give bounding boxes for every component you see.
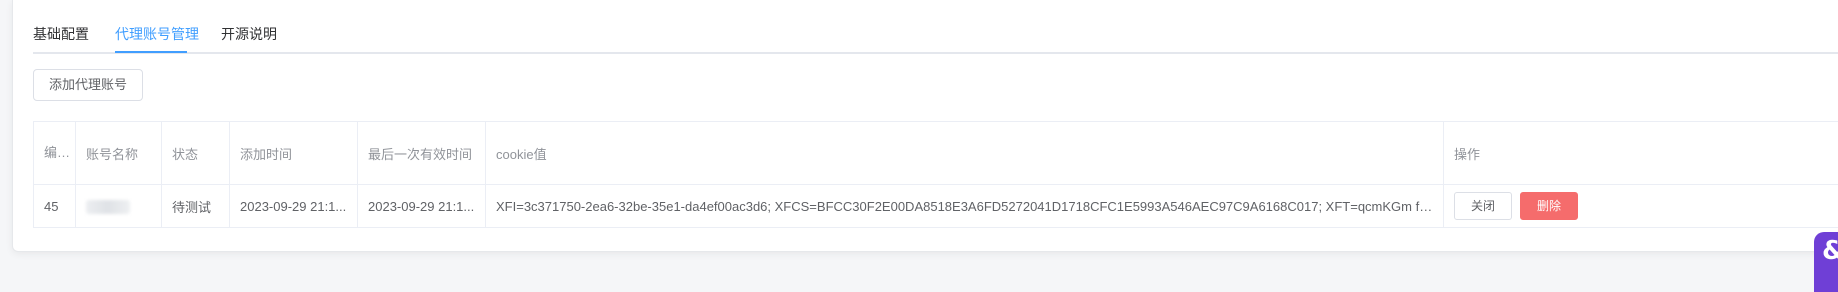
- header-cookie: cookie值: [486, 122, 1444, 185]
- cell-actions: 关闭删除: [1444, 185, 1838, 228]
- header-added-time: 添加时间: [230, 122, 358, 185]
- floating-assistant-widget[interactable]: &: [1814, 232, 1838, 292]
- header-actions: 操作: [1444, 122, 1838, 185]
- redacted-name: [86, 200, 130, 214]
- table-row: 45 待测试 2023-09-29 21:1... 2023-09-29 21:…: [34, 185, 1838, 228]
- cell-status: 待测试: [162, 185, 230, 228]
- add-proxy-account-button[interactable]: 添加代理账号: [33, 69, 143, 101]
- proxy-account-table: 编号 账号名称 状态 添加时间 最后一次有效时间 cookie值 操作 45 待…: [33, 121, 1838, 228]
- tab-bar-divider: [33, 52, 1838, 54]
- tab-open-source[interactable]: 开源说明: [221, 24, 277, 44]
- active-tab-indicator: [115, 51, 187, 53]
- tab-proxy-accounts[interactable]: 代理账号管理: [115, 24, 199, 44]
- header-last-valid-time: 最后一次有效时间: [358, 122, 486, 185]
- cell-last-valid-time: 2023-09-29 21:1...: [358, 185, 486, 228]
- tab-bar: 基础配置 代理账号管理 开源说明: [33, 0, 1838, 53]
- header-account-name: 账号名称: [76, 122, 162, 185]
- header-id: 编号: [34, 122, 76, 185]
- header-status: 状态: [162, 122, 230, 185]
- delete-button[interactable]: 删除: [1520, 192, 1578, 220]
- cell-id: 45: [34, 185, 76, 228]
- cell-added-time: 2023-09-29 21:1...: [230, 185, 358, 228]
- tab-basic-config[interactable]: 基础配置: [33, 24, 89, 44]
- table-header-row: 编号 账号名称 状态 添加时间 最后一次有效时间 cookie值 操作: [34, 122, 1838, 185]
- close-button[interactable]: 关闭: [1454, 192, 1512, 220]
- cell-cookie: XFI=3c371750-2ea6-32be-35e1-da4ef00ac3d6…: [486, 185, 1444, 228]
- assistant-logo-icon: &: [1822, 236, 1838, 266]
- cell-account-name: [76, 185, 162, 228]
- content-card: 基础配置 代理账号管理 开源说明 添加代理账号 编号 账号名称 状态 添加时间 …: [12, 0, 1838, 252]
